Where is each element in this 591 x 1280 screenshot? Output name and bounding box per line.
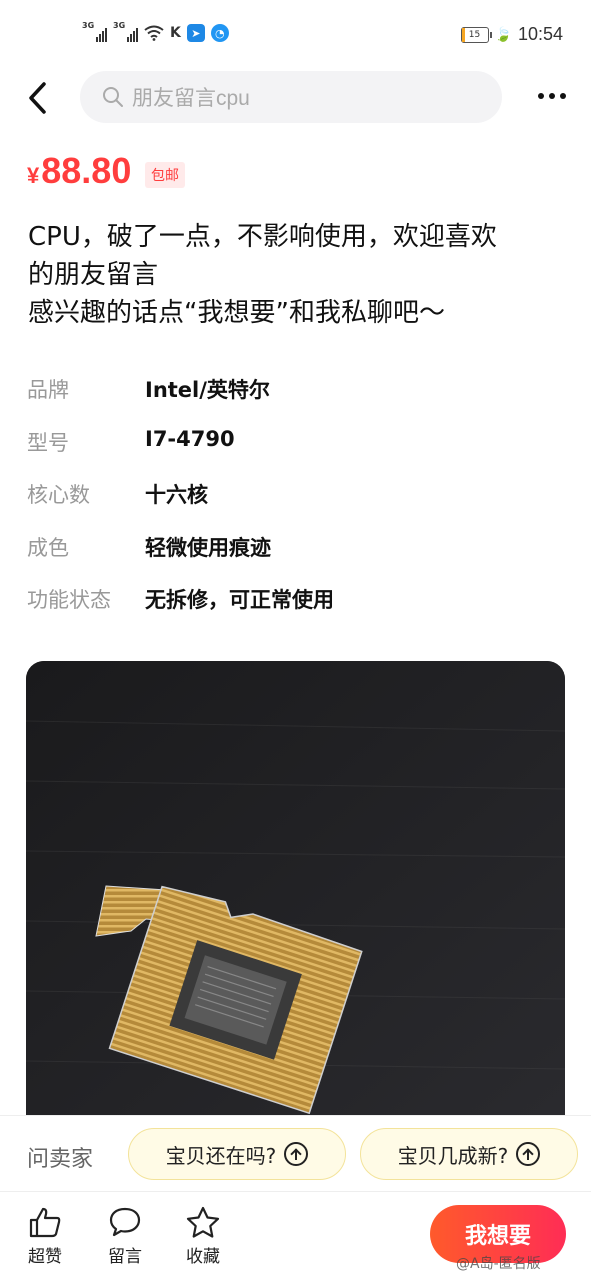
free-shipping-badge: 包邮 [145, 162, 185, 188]
description-line: 的朋友留言 [28, 260, 159, 290]
dot-icon [549, 93, 555, 99]
search-placeholder: 朋友留言cpu [132, 87, 250, 110]
ask-seller-label: 问卖家 [27, 1147, 94, 1172]
price-amount: 88.80 [41, 150, 132, 191]
favorite-button[interactable]: 收藏 [173, 1206, 233, 1267]
chat-bubble-icon [109, 1207, 141, 1237]
status-left: 3G 3G K ➤ ◔ [82, 21, 229, 42]
watermark: @A岛-匿名版 [456, 1256, 541, 1272]
network-type-label: 3G [82, 21, 95, 30]
attribute-row: 核心数 十六核 [27, 479, 567, 532]
attribute-value: 轻微使用痕迹 [145, 535, 271, 560]
chevron-left-icon [29, 82, 46, 114]
currency-symbol: ¥ [27, 163, 40, 188]
clock: 10:54 [517, 24, 563, 44]
attribute-value: I7-4790 [145, 426, 235, 451]
star-icon [186, 1206, 220, 1238]
battery-level: 15 [468, 29, 481, 40]
attribute-list: 品牌 Intel/英特尔 型号 I7-4790 核心数 十六核 成色 轻微使用痕… [27, 374, 567, 637]
signal-icon: 3G [82, 21, 107, 42]
comment-button[interactable]: 留言 [95, 1206, 155, 1267]
quick-question-condition[interactable]: 宝贝几成新? [360, 1128, 578, 1180]
more-options-button[interactable] [533, 85, 571, 107]
attribute-key: 成色 [27, 535, 69, 560]
product-photo[interactable] [26, 661, 565, 1115]
ask-seller-bar: 问卖家 宝贝还在吗? 宝贝几成新? [0, 1115, 591, 1191]
description-line: 感兴趣的话点“我想要”和我私聊吧～ [28, 298, 445, 328]
send-app-icon: ➤ [186, 24, 205, 42]
attribute-key: 品牌 [27, 378, 69, 402]
price: ¥ 88.80 [27, 150, 131, 192]
attribute-value: 无拆修，可正常使用 [145, 588, 334, 612]
attribute-row: 品牌 Intel/英特尔 [27, 374, 567, 427]
attribute-row: 型号 I7-4790 [27, 427, 567, 480]
attribute-value: 十六核 [145, 483, 208, 507]
k-app-icon: K [170, 25, 181, 41]
attribute-key: 功能状态 [27, 588, 111, 612]
comment-label: 留言 [108, 1247, 142, 1267]
like-button[interactable]: 超赞 [15, 1206, 75, 1267]
attribute-row: 功能状态 无拆修，可正常使用 [27, 584, 567, 637]
wifi-icon [144, 25, 164, 41]
favorite-label: 收藏 [186, 1247, 220, 1267]
chat-app-icon: ◔ [210, 24, 229, 42]
quick-question-label: 宝贝几成新? [397, 1143, 509, 1168]
arrow-up-circle-icon [516, 1142, 541, 1166]
status-bar: 3G 3G K ➤ ◔ 15 🍃 10:54 [0, 0, 591, 70]
quick-question-label: 宝贝还在吗? [165, 1143, 277, 1168]
broken-cpu-image [26, 661, 565, 1115]
like-label: 超赞 [28, 1247, 62, 1267]
search-input[interactable]: 朋友留言cpu [80, 71, 502, 123]
arrow-up-circle-icon [284, 1142, 309, 1166]
leaf-icon: 🍃 [494, 26, 512, 43]
description-line: CPU，破了一点，不影响使用，欢迎喜欢 [28, 222, 497, 252]
network-type-label: 3G [113, 21, 126, 30]
item-description: CPU，破了一点，不影响使用，欢迎喜欢 的朋友留言 感兴趣的话点“我想要”和我私… [28, 218, 573, 332]
back-button[interactable] [22, 78, 54, 118]
quick-question-still-available[interactable]: 宝贝还在吗? [128, 1128, 346, 1180]
battery-icon: 15 [460, 26, 492, 43]
signal-icon: 3G [113, 21, 138, 42]
thumbs-up-icon [29, 1207, 61, 1238]
attribute-key: 型号 [27, 430, 69, 455]
status-right: 15 🍃 10:54 [460, 24, 563, 45]
dot-icon [560, 93, 566, 99]
attribute-row: 成色 轻微使用痕迹 [27, 532, 567, 585]
attribute-value: Intel/英特尔 [145, 378, 270, 402]
attribute-key: 核心数 [27, 483, 90, 507]
search-icon [103, 87, 123, 107]
dot-icon [538, 93, 544, 99]
